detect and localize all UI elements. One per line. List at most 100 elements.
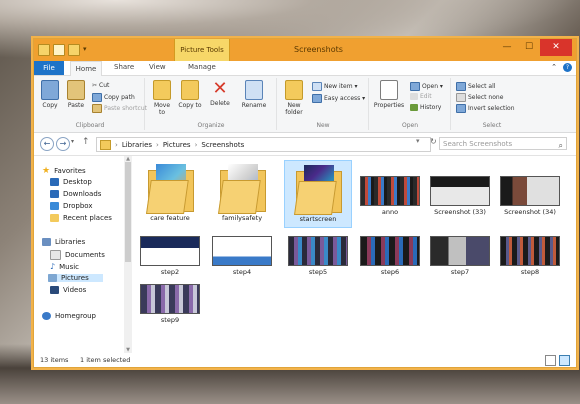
- move-to-button[interactable]: Move to: [150, 80, 174, 116]
- details-view-icon[interactable]: [545, 355, 556, 366]
- tab-share[interactable]: Share: [114, 63, 134, 71]
- up-button[interactable]: ↑: [82, 137, 90, 147]
- new-item-button[interactable]: New item ▾: [312, 82, 357, 91]
- paste-shortcut-button[interactable]: Paste shortcut: [92, 104, 147, 113]
- address-bar[interactable]: › Libraries › Pictures › Screenshots: [96, 137, 431, 152]
- nav-videos[interactable]: Videos: [50, 286, 86, 294]
- file-item[interactable]: step5: [284, 236, 352, 276]
- large-icons-view-icon[interactable]: [559, 355, 570, 366]
- copy-label: Copy: [42, 102, 58, 109]
- breadcrumb-screenshots[interactable]: Screenshots: [201, 141, 244, 149]
- image-thumbnail: [288, 236, 348, 266]
- tab-file[interactable]: File: [34, 61, 64, 75]
- paste-shortcut-label: Paste shortcut: [104, 105, 147, 112]
- tab-home[interactable]: Home: [70, 61, 102, 76]
- chevron-down-icon[interactable]: ▾: [83, 44, 89, 54]
- open-icon: [410, 82, 420, 91]
- refresh-icon[interactable]: ↻: [430, 137, 437, 146]
- invert-selection-button[interactable]: Invert selection: [456, 104, 515, 113]
- selection-highlight: startscreen: [284, 160, 352, 228]
- breadcrumb-libraries[interactable]: Libraries: [122, 141, 152, 149]
- help-icon[interactable]: ?: [563, 63, 572, 72]
- minimize-button[interactable]: —: [496, 39, 518, 56]
- file-name: startscreen: [299, 215, 337, 223]
- new-item-icon: [312, 82, 322, 91]
- file-item[interactable]: anno: [356, 176, 424, 216]
- file-view: care feature familysafety startscreen an…: [134, 156, 576, 353]
- nav-dropbox[interactable]: Dropbox: [50, 202, 93, 210]
- chevron-up-icon[interactable]: ⌃: [551, 63, 557, 72]
- desktop-icon: [50, 178, 59, 186]
- breadcrumb-pictures[interactable]: Pictures: [163, 141, 191, 149]
- file-item[interactable]: step4: [208, 236, 276, 276]
- address-dropdown-icon[interactable]: ▾: [416, 137, 420, 145]
- nav-scrollbar[interactable]: ▲ ▼: [124, 156, 132, 353]
- rename-icon: [245, 80, 263, 100]
- file-item[interactable]: Screenshot (34): [496, 176, 564, 216]
- folder-icon: [100, 139, 111, 150]
- close-button[interactable]: ✕: [540, 39, 572, 56]
- copy-button[interactable]: Copy: [38, 80, 62, 109]
- nav-scroll-thumb[interactable]: [125, 162, 131, 262]
- dropbox-icon: [50, 202, 59, 210]
- file-item[interactable]: step2: [136, 236, 204, 276]
- edit-label: Edit: [420, 93, 432, 100]
- nav-libraries[interactable]: Libraries: [42, 238, 85, 246]
- file-item[interactable]: step8: [496, 236, 564, 276]
- select-all-button[interactable]: Select all: [456, 82, 495, 91]
- properties-icon[interactable]: [53, 44, 65, 56]
- new-folder-icon: [285, 80, 303, 100]
- quick-access-toolbar: ▾: [38, 44, 89, 56]
- move-to-icon: [153, 80, 171, 100]
- nav-desktop[interactable]: Desktop: [50, 178, 92, 186]
- clipboard-group-label: Clipboard: [75, 122, 105, 129]
- rename-button[interactable]: Rename: [238, 80, 270, 109]
- properties-button[interactable]: Properties: [372, 80, 406, 109]
- tab-manage[interactable]: Manage: [188, 63, 216, 71]
- folder-icon: [146, 162, 194, 214]
- nav-downloads[interactable]: Downloads: [50, 190, 101, 198]
- nav-homegroup[interactable]: Homegroup: [42, 312, 96, 320]
- homegroup-icon: [42, 312, 51, 320]
- new-folder-icon[interactable]: [68, 44, 80, 56]
- nav-music[interactable]: ♪ Music: [50, 262, 79, 271]
- nav-pictures[interactable]: Pictures: [48, 274, 103, 282]
- new-group: New folder New item ▾ Easy access ▾ New: [278, 78, 369, 130]
- paste-button[interactable]: Paste: [64, 80, 88, 109]
- forward-button[interactable]: →: [56, 137, 70, 151]
- recent-locations-icon[interactable]: ▾: [71, 138, 74, 145]
- copy-path-button[interactable]: Copy path: [92, 93, 135, 102]
- new-folder-button[interactable]: New folder: [280, 80, 308, 116]
- back-button[interactable]: ←: [40, 137, 54, 151]
- tab-view[interactable]: View: [149, 63, 166, 71]
- documents-icon: [50, 250, 61, 260]
- search-input[interactable]: Search Screenshots ⌕: [439, 137, 567, 150]
- delete-button[interactable]: ✕ Delete: [208, 80, 232, 108]
- status-bar: 13 items 1 item selected: [34, 353, 576, 367]
- file-item[interactable]: step6: [356, 236, 424, 276]
- organize-group-label: Organize: [197, 122, 225, 129]
- file-item[interactable]: familysafety: [208, 162, 276, 222]
- history-button[interactable]: History: [410, 104, 441, 111]
- chevron-right-icon: ›: [115, 140, 118, 149]
- file-item[interactable]: care feature: [136, 162, 204, 222]
- file-item[interactable]: Screenshot (33): [426, 176, 494, 216]
- file-item-selected[interactable]: startscreen: [284, 160, 352, 228]
- address-bar-row: ← → ▾ ↑ › Libraries › Pictures › Screens…: [34, 133, 576, 156]
- nav-favorites[interactable]: ★ Favorites: [42, 166, 86, 176]
- copy-to-button[interactable]: Copy to: [178, 80, 202, 109]
- cut-button[interactable]: ✂ Cut: [92, 82, 109, 89]
- edit-button[interactable]: Edit: [410, 93, 432, 100]
- maximize-button[interactable]: ☐: [518, 39, 540, 56]
- folder-icon[interactable]: [38, 44, 50, 56]
- nav-recent-places[interactable]: Recent places: [50, 214, 112, 222]
- window-controls: — ☐ ✕: [496, 39, 572, 56]
- file-item[interactable]: step9: [136, 284, 204, 324]
- nav-documents[interactable]: Documents: [50, 250, 105, 260]
- easy-access-button[interactable]: Easy access ▾: [312, 94, 365, 103]
- file-item[interactable]: step7: [426, 236, 494, 276]
- open-button[interactable]: Open ▾: [410, 82, 443, 91]
- select-none-button[interactable]: Select none: [456, 93, 503, 102]
- history-icon: [410, 104, 418, 111]
- history-label: History: [420, 104, 442, 111]
